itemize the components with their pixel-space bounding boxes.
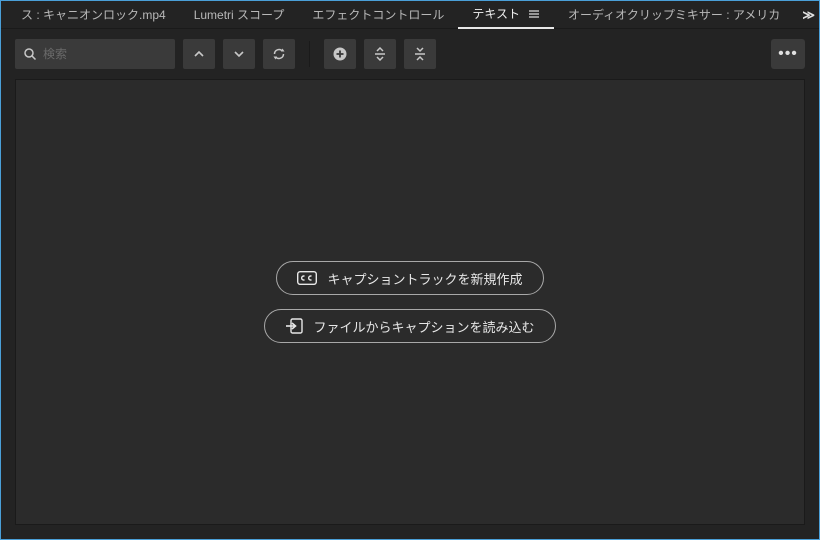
split-caption-button[interactable]	[364, 39, 396, 69]
add-caption-button[interactable]	[324, 39, 356, 69]
import-caption-label: ファイルからキャプションを読み込む	[313, 317, 534, 336]
tab-text[interactable]: テキスト	[458, 1, 554, 29]
search-box[interactable]	[15, 39, 175, 69]
tab-effect-controls[interactable]: エフェクトコントロール	[298, 1, 458, 29]
prev-button[interactable]	[183, 39, 215, 69]
import-icon	[285, 318, 303, 334]
panel-menu-icon[interactable]	[528, 9, 540, 19]
tab-lumetri-scopes[interactable]: Lumetri スコープ	[180, 1, 299, 29]
create-caption-track-button[interactable]: キャプショントラックを新規作成	[276, 261, 543, 295]
more-options-button[interactable]: •••	[771, 39, 805, 69]
next-button[interactable]	[223, 39, 255, 69]
caption-empty-state: キャプショントラックを新規作成 ファイルからキャプションを読み込む	[15, 79, 805, 525]
tabs-overflow-button[interactable]: ≫	[794, 8, 820, 22]
text-toolbar: •••	[1, 29, 819, 79]
create-caption-label: キャプショントラックを新規作成	[327, 269, 522, 288]
merge-caption-button[interactable]	[404, 39, 436, 69]
tab-source[interactable]: ス : キャニオンロック.mp4	[7, 1, 180, 29]
chevron-up-icon	[193, 48, 205, 60]
tab-text-label: テキスト	[472, 5, 520, 22]
search-input[interactable]	[43, 47, 167, 61]
toolbar-separator	[309, 41, 310, 67]
tab-lumetri-label: Lumetri スコープ	[194, 6, 285, 23]
panel-tabs: ス : キャニオンロック.mp4 Lumetri スコープ エフェクトコントロー…	[1, 1, 819, 29]
tab-audio-label: オーディオクリップミキサー : アメリカ	[568, 6, 780, 23]
tab-source-label: ス : キャニオンロック.mp4	[21, 6, 166, 23]
plus-circle-icon	[332, 46, 348, 62]
merge-icon	[413, 47, 427, 61]
chevron-down-icon	[233, 48, 245, 60]
replace-button[interactable]	[263, 39, 295, 69]
refresh-icon	[272, 47, 286, 61]
import-caption-file-button[interactable]: ファイルからキャプションを読み込む	[264, 309, 555, 343]
text-panel: ス : キャニオンロック.mp4 Lumetri スコープ エフェクトコントロー…	[1, 1, 819, 539]
tab-audio-clip-mixer[interactable]: オーディオクリップミキサー : アメリカ	[554, 1, 794, 29]
tab-effect-label: エフェクトコントロール	[312, 6, 444, 23]
cc-icon	[297, 271, 317, 285]
overflow-label: ≫	[802, 8, 815, 22]
ellipsis-icon: •••	[778, 45, 798, 63]
split-icon	[373, 47, 387, 61]
search-icon	[23, 47, 37, 61]
